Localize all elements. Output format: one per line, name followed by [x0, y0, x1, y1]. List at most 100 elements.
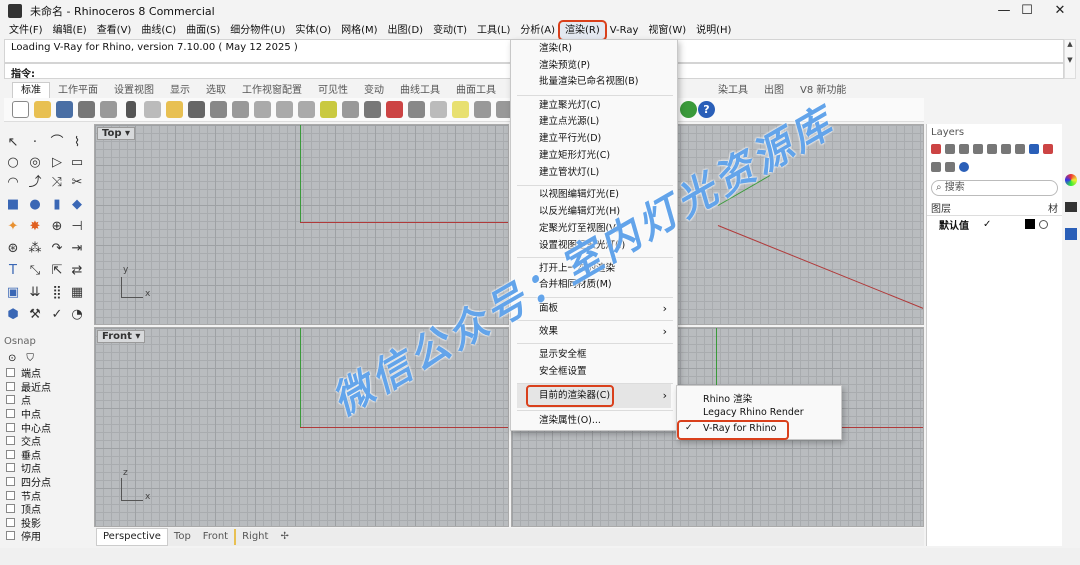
layer-color-swatch[interactable] [1025, 219, 1036, 229]
mirror-icon[interactable]: ⇄ [68, 262, 86, 279]
osnap-item-near[interactable]: 最近点 [2, 380, 90, 394]
cplane-icon[interactable] [430, 101, 447, 118]
tab-select[interactable]: 选取 [198, 83, 234, 98]
renderer-rhino[interactable]: Rhino 渲染 [703, 391, 752, 405]
fillet-icon[interactable]: ⤴ [26, 174, 44, 191]
explode-icon[interactable]: ✸ [26, 218, 44, 235]
text-icon[interactable]: T [4, 262, 22, 279]
viewport-front[interactable]: z x Front ▾ [94, 327, 509, 527]
properties-icon[interactable] [474, 101, 491, 118]
rotate-view-icon[interactable] [232, 101, 249, 118]
osnap-mode-icon[interactable]: ⊙ [8, 353, 16, 364]
dimension-icon[interactable]: ⇊ [26, 284, 44, 301]
osnap-item-knot[interactable]: 节点 [2, 488, 90, 503]
command-scrollbar[interactable]: ▲ ▼ [1064, 39, 1076, 79]
tab-setview[interactable]: 设置视图 [106, 83, 162, 98]
menu-item-view-to-spotlight[interactable]: 设置视图至聚光灯(I) [539, 239, 625, 253]
menu-item-directional-light[interactable]: 建立平行光(D) [539, 132, 601, 146]
display-icon[interactable] [1065, 202, 1077, 212]
checkmark-icon[interactable]: ✓ [48, 306, 66, 323]
tab-right[interactable]: Right [234, 529, 274, 545]
light-bulb-icon[interactable] [452, 101, 469, 118]
osnap-item-disable[interactable]: 停用 [2, 529, 90, 543]
menu-item-show-safe-frame[interactable]: 显示安全框 [539, 348, 587, 362]
layer-row-default[interactable]: 默认值 ✓ [927, 216, 1062, 232]
new-layer-icon[interactable] [931, 144, 941, 154]
render-preview-icon[interactable]: ◔ [68, 306, 86, 323]
tab-transform[interactable]: 变动 [356, 83, 392, 98]
paste-icon[interactable] [166, 101, 183, 118]
osnap-item-vertex[interactable]: 顶点 [2, 502, 90, 516]
duplicate-layer-icon[interactable] [973, 144, 983, 154]
extrude-icon[interactable]: ◆ [68, 196, 86, 213]
checkbox-icon[interactable] [6, 409, 15, 419]
select-arrow-icon[interactable]: ↖ [4, 134, 22, 151]
layers-search-input[interactable]: ⌕ 搜索 [931, 180, 1058, 196]
menu-item-edit-light-view[interactable]: 以视图编辑灯光(E) [539, 188, 619, 202]
menu-analyze[interactable]: 分析(A) [515, 22, 560, 39]
new-sublayer-icon[interactable] [945, 144, 955, 154]
filter-icon[interactable] [1029, 144, 1039, 154]
boolean-icon[interactable]: ⊛ [4, 240, 22, 257]
checkbox-icon[interactable] [6, 490, 15, 500]
osnap-item-point[interactable]: 点 [2, 393, 90, 407]
arc-icon[interactable]: ◠ [4, 174, 22, 191]
menu-item-rectangular-light[interactable]: 建立矩形灯光(C) [539, 149, 610, 163]
box-icon[interactable]: ■ [4, 196, 22, 213]
cut-icon[interactable] [126, 101, 136, 118]
menu-surface[interactable]: 曲面(S) [181, 22, 225, 39]
zoom-extents-icon[interactable] [298, 101, 315, 118]
menu-window[interactable]: 视窗(W) [643, 22, 691, 39]
move-down-icon[interactable] [1001, 144, 1011, 154]
delete-layer-icon[interactable] [959, 144, 969, 154]
checkbox-icon[interactable] [6, 381, 15, 391]
undo-icon[interactable] [188, 101, 205, 118]
layer-material-icon[interactable] [1039, 219, 1049, 229]
osnap-item-perp[interactable]: 垂点 [2, 448, 90, 462]
menu-solid[interactable]: 实体(O) [290, 22, 336, 39]
checkbox-icon[interactable] [6, 395, 15, 405]
analyze-icon[interactable]: ⬢ [4, 306, 22, 323]
join-icon[interactable]: ⊕ [48, 218, 66, 235]
polygon-icon[interactable]: ▷ [48, 154, 66, 171]
menu-item-batch-render[interactable]: 批量渲染已命名视图(B) [539, 75, 638, 89]
save-icon[interactable] [56, 101, 73, 118]
menu-item-render-properties[interactable]: 渲染属性(O)... [539, 414, 601, 428]
help-icon[interactable]: ? [698, 101, 715, 118]
grid-array-icon[interactable]: ⣿ [48, 284, 66, 301]
checkbox-icon[interactable] [6, 504, 15, 514]
menu-curve[interactable]: 曲线(C) [136, 22, 181, 39]
menu-help[interactable]: 说明(H) [691, 22, 736, 39]
scale-icon[interactable]: ⤡ [26, 262, 44, 279]
menu-item-render-preview[interactable]: 渲染预览(P) [539, 59, 590, 73]
close-button[interactable]: ✕ [1040, 0, 1080, 22]
osnap-item-project[interactable]: 投影 [2, 516, 90, 530]
curve-icon[interactable]: ⌇ [68, 134, 86, 151]
menu-transform[interactable]: 变动(T) [428, 22, 472, 39]
menu-item-render[interactable]: 渲染(R) [539, 42, 572, 56]
menu-file[interactable]: 文件(F) [4, 22, 48, 39]
tab-display[interactable]: 显示 [162, 83, 198, 98]
menu-drafting[interactable]: 出图(D) [383, 22, 429, 39]
tab-render-tools[interactable]: 染工具 [710, 83, 756, 98]
add-viewport-icon[interactable]: ✢ [274, 529, 294, 545]
osnap-item-int[interactable]: 交点 [2, 434, 90, 448]
osnap-item-end[interactable]: 端点 [2, 366, 90, 380]
checkbox-icon[interactable] [6, 449, 15, 459]
osnap-item-tan[interactable]: 切点 [2, 461, 90, 475]
checkbox-icon[interactable] [6, 517, 15, 527]
menu-edit[interactable]: 编辑(E) [48, 22, 92, 39]
subd-icon[interactable]: ✦ [4, 218, 22, 235]
polyline-icon[interactable]: ⌒ [48, 134, 66, 151]
point-icon[interactable]: · [26, 134, 44, 151]
print-icon[interactable] [78, 101, 95, 118]
menu-item-spotlight[interactable]: 建立聚光灯(C) [539, 99, 601, 113]
viewport-label-front[interactable]: Front ▾ [97, 330, 146, 343]
tab-perspective[interactable]: Perspective [96, 528, 168, 546]
solid-tools-icon[interactable]: ▣ [4, 284, 22, 301]
tab-drafting[interactable]: 出图 [756, 83, 792, 98]
tab-visibility[interactable]: 可见性 [310, 83, 356, 98]
open-folder-icon[interactable] [34, 101, 51, 118]
circle-icon[interactable]: ○ [4, 154, 22, 171]
checkbox-icon[interactable] [6, 463, 15, 473]
